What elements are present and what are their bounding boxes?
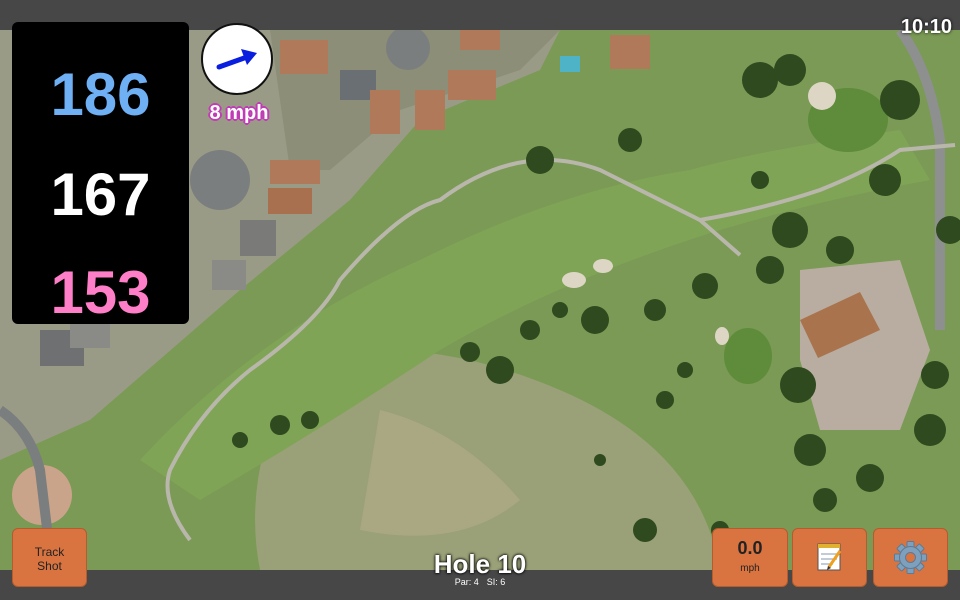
track-shot-label: Track Shot bbox=[34, 545, 65, 573]
wind-indicator bbox=[201, 23, 273, 95]
clock: 10:10 bbox=[900, 16, 952, 38]
middle-distance: 167 bbox=[50, 161, 151, 228]
wind-arrow-icon bbox=[216, 49, 257, 70]
speed-button[interactable]: 0.0 mph bbox=[712, 528, 788, 587]
gear-icon bbox=[894, 541, 927, 574]
hole-title: Hole 10 bbox=[433, 549, 527, 579]
wind-speed-label: 8 mph bbox=[209, 102, 269, 124]
back-distance: 186 bbox=[50, 61, 151, 128]
speed-unit: mph bbox=[740, 563, 760, 574]
speed-value: 0.0 bbox=[737, 538, 763, 558]
hole-par: Par: 4 bbox=[454, 577, 479, 587]
front-distance: 153 bbox=[50, 259, 151, 326]
distance-panel: 186 167 153 bbox=[12, 22, 189, 326]
hole-info: Par: 4 SI: 6 bbox=[380, 577, 580, 587]
hole-si: SI: 6 bbox=[486, 577, 506, 587]
notepad-icon bbox=[817, 543, 842, 571]
settings-button[interactable] bbox=[873, 528, 948, 587]
track-shot-button[interactable]: Track Shot bbox=[12, 528, 87, 587]
notes-button[interactable] bbox=[792, 528, 867, 587]
